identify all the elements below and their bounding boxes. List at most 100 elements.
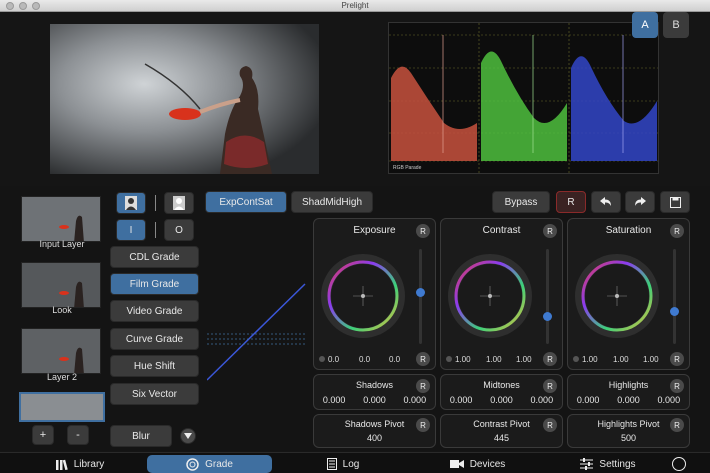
exposure-lift-reset-button[interactable]: R [416, 352, 430, 366]
value-r: 0.000 [322, 395, 346, 405]
saturation-color-wheel[interactable] [574, 253, 660, 344]
shadows-values[interactable]: 0.000 0.000 0.000 [314, 395, 435, 405]
contrast-pivot-reset-button[interactable]: R [543, 418, 557, 432]
bypass-button[interactable]: Bypass [492, 191, 550, 213]
waveform-plot [389, 23, 658, 173]
tab-settings[interactable]: Settings [568, 455, 648, 473]
chevron-down-icon [184, 433, 192, 439]
value-g: 0.000 [617, 395, 640, 405]
more-grades-button[interactable] [180, 428, 196, 444]
value-g: 0.000 [363, 395, 386, 405]
tab-expcontsat[interactable]: ExpContSat [205, 191, 287, 213]
grade-icon [186, 457, 199, 471]
highlights-pivot-card[interactable]: Highlights Pivot R 500 [567, 414, 690, 448]
image-viewer[interactable] [50, 24, 319, 174]
matte-button[interactable] [164, 192, 194, 214]
contrast-slider[interactable] [546, 249, 549, 344]
undo-button[interactable] [591, 191, 621, 213]
value-g: 0.000 [490, 395, 513, 405]
main-tab-bar: Library Grade Log Devices Settings [0, 452, 710, 473]
highlights-reset-button[interactable]: R [670, 379, 684, 393]
image-mask-button[interactable] [116, 192, 146, 214]
layer-thumb-input[interactable] [21, 196, 101, 242]
tab-label: Library [73, 458, 105, 470]
tab-shadmidhigh[interactable]: ShadMidHigh [291, 191, 373, 213]
compare-b-button[interactable]: B [663, 12, 689, 38]
shadows-reset-button[interactable]: R [416, 379, 430, 393]
window-title: Prelight [341, 1, 369, 10]
midtones-reset-button[interactable]: R [543, 379, 557, 393]
preview-image [50, 24, 319, 174]
grade-video-button[interactable]: Video Grade [110, 300, 199, 322]
saturation-slider-knob[interactable] [670, 306, 679, 316]
output-mode-button[interactable]: O [164, 219, 194, 241]
redo-icon [635, 197, 646, 206]
grade-film-button[interactable]: Film Grade [110, 273, 199, 295]
value-r: 0.000 [449, 395, 473, 405]
exposure-card: Exposure R R 0.0 0.0 0.0 [313, 218, 436, 370]
tab-grade[interactable]: Grade [147, 455, 272, 473]
bypass-label: Bypass [504, 196, 538, 208]
exposure-color-wheel[interactable] [320, 253, 406, 344]
status-circle-icon[interactable] [672, 457, 686, 471]
highlights-pivot-reset-button[interactable]: R [670, 418, 684, 432]
remove-layer-button[interactable]: - [67, 425, 89, 445]
divider [155, 195, 156, 211]
contrast-reset-button[interactable]: R [543, 224, 557, 238]
grade-hue-shift-button[interactable]: Hue Shift [110, 355, 199, 377]
exposure-reset-button[interactable]: R [416, 224, 430, 238]
tab-devices[interactable]: Devices [440, 455, 515, 473]
add-layer-button[interactable]: + [32, 425, 54, 445]
reset-all-button[interactable]: R [556, 191, 586, 213]
save-grade-button[interactable] [660, 191, 690, 213]
tab-log[interactable]: Log [308, 455, 378, 473]
value-3: 0.0 [389, 355, 401, 364]
curve-graph[interactable] [207, 282, 307, 382]
value-2: 1.00 [486, 355, 502, 364]
shadows-card: Shadows R 0.000 0.000 0.000 [313, 374, 436, 410]
contrast-color-wheel[interactable] [447, 253, 533, 344]
exposure-slider-knob[interactable] [416, 287, 425, 297]
tab-label: Settings [599, 458, 636, 470]
contrast-pivot-value: 445 [493, 433, 510, 443]
tab-library[interactable]: Library [45, 455, 115, 473]
layer-thumb-look[interactable] [21, 262, 101, 308]
compare-a-button[interactable]: A [632, 12, 658, 38]
tab-label: Devices [469, 458, 506, 470]
grade-six-vector-button[interactable]: Six Vector [110, 383, 199, 405]
layer-thumb-layer2[interactable] [21, 328, 101, 374]
highlights-pivot-value: 500 [620, 433, 637, 443]
library-icon [55, 459, 68, 470]
redo-button[interactable] [625, 191, 655, 213]
rgb-parade-scope: RGB Parade [388, 22, 659, 174]
saturation-lift-reset-button[interactable]: R [670, 352, 684, 366]
grade-blur-button[interactable]: Blur [110, 425, 172, 447]
highlights-values[interactable]: 0.000 0.000 0.000 [568, 395, 689, 405]
contrast-lift-reset-button[interactable]: R [543, 352, 557, 366]
grade-curve-button[interactable]: Curve Grade [110, 328, 199, 350]
layer-thumb-selected[interactable] [19, 392, 105, 422]
midtones-values[interactable]: 0.000 0.000 0.000 [441, 395, 562, 405]
value-b: 0.000 [403, 395, 427, 405]
scope-caption: RGB Parade [393, 165, 422, 171]
value-r: 0.000 [576, 395, 600, 405]
value-2: 0.0 [359, 355, 371, 364]
saturation-card: Saturation R R 1.00 1.00 1.00 [567, 218, 690, 370]
grade-cdl-button[interactable]: CDL Grade [110, 246, 199, 268]
title-bar: Prelight [0, 0, 710, 12]
value-b: 0.000 [530, 395, 554, 405]
value-b: 0.000 [657, 395, 681, 405]
saturation-reset-button[interactable]: R [670, 224, 684, 238]
layer-label: Layer 2 [46, 372, 78, 382]
shadows-pivot-value: 400 [366, 433, 383, 443]
value-1: 1.00 [455, 355, 471, 364]
contrast-slider-knob[interactable] [543, 311, 552, 321]
saturation-slider[interactable] [673, 249, 676, 344]
contrast-pivot-card[interactable]: Contrast Pivot R 445 [440, 414, 563, 448]
shadows-pivot-card[interactable]: Shadows Pivot R 400 [313, 414, 436, 448]
camera-icon [449, 460, 464, 468]
value-3: 1.00 [643, 355, 659, 364]
portrait-icon [125, 196, 137, 210]
shadows-pivot-reset-button[interactable]: R [416, 418, 430, 432]
input-mode-button[interactable]: I [116, 219, 146, 241]
